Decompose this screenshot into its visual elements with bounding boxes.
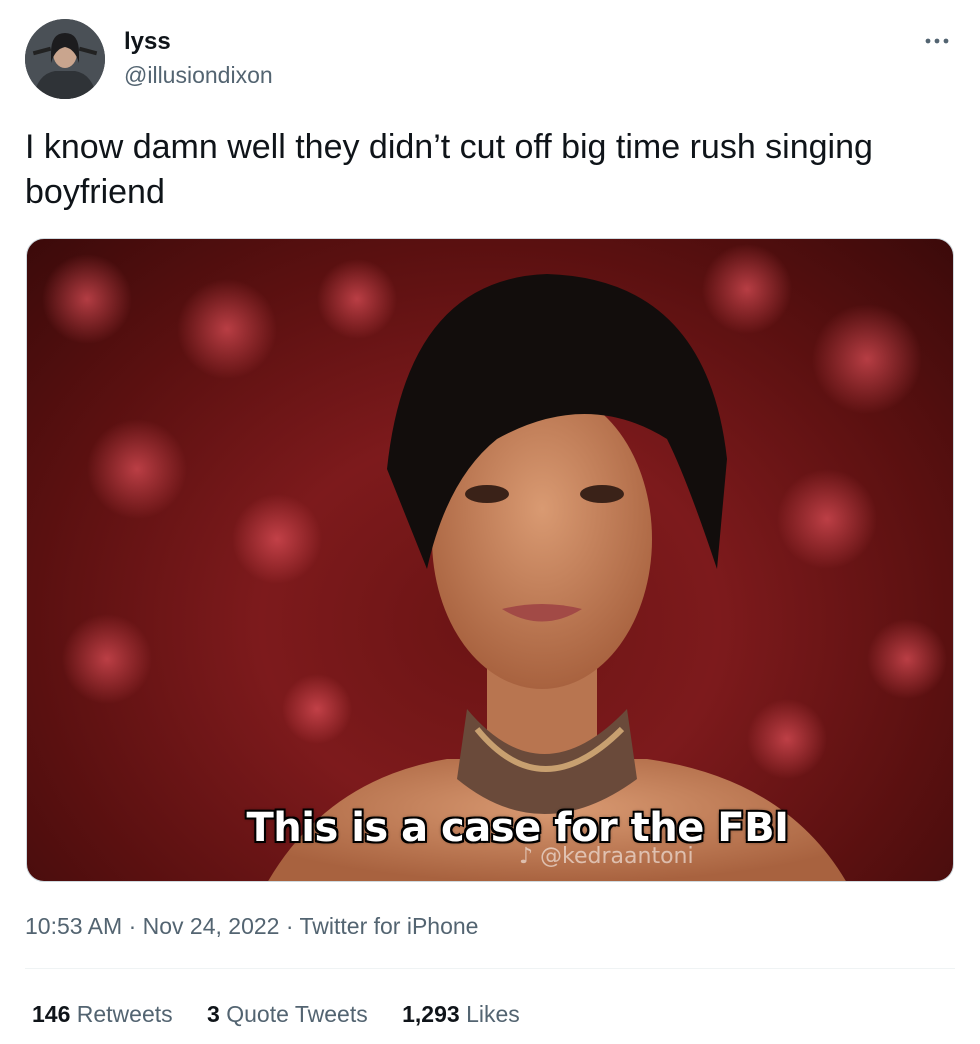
media-photo — [42, 244, 947, 881]
tweet-time[interactable]: 10:53 AM — [25, 913, 122, 939]
media-watermark: ♪ @kedraantoni — [519, 844, 694, 869]
retweets-count: 146 — [32, 1001, 71, 1027]
likes-stat[interactable]: 1,293 Likes — [402, 998, 520, 1030]
retweets-label: Retweets — [76, 1001, 173, 1027]
likes-count: 1,293 — [402, 1001, 460, 1027]
quote-tweets-stat[interactable]: 3 Quote Tweets — [207, 998, 368, 1030]
tweet-source[interactable]: Twitter for iPhone — [300, 913, 479, 939]
display-name[interactable]: lyss — [124, 27, 171, 57]
media-caption: This is a case for the FBI — [246, 805, 789, 851]
meta-separator: · — [279, 913, 300, 939]
tweet-meta: 10:53 AM · Nov 24, 2022 · Twitter for iP… — [25, 910, 478, 942]
quote-tweets-label: Quote Tweets — [226, 1001, 368, 1027]
divider — [25, 968, 955, 969]
tweet: lyss @illusiondixon I know damn well the… — [0, 0, 980, 1044]
more-horizontal-icon[interactable] — [922, 26, 952, 56]
tweet-text: I know damn well they didn’t cut off big… — [25, 128, 873, 211]
likes-label: Likes — [466, 1001, 520, 1027]
tweet-stats: 146 Retweets 3 Quote Tweets 1,293 Likes — [32, 998, 548, 1030]
meta-separator: · — [122, 913, 143, 939]
quote-tweets-count: 3 — [207, 1001, 220, 1027]
tweet-media-image[interactable]: This is a case for the FBI ♪ @kedraanton… — [26, 238, 954, 882]
user-handle[interactable]: @illusiondixon — [124, 60, 273, 90]
retweets-stat[interactable]: 146 Retweets — [32, 998, 173, 1030]
tweet-date[interactable]: Nov 24, 2022 — [143, 913, 280, 939]
avatar-image — [25, 19, 105, 99]
avatar[interactable] — [25, 19, 105, 99]
